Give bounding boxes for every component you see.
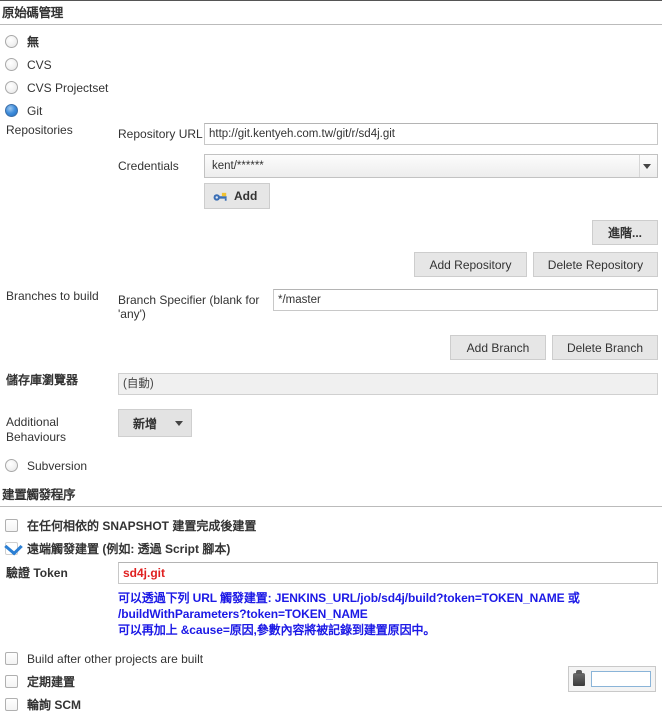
repositories-label: Repositories — [6, 123, 73, 137]
chevron-down-icon — [175, 420, 184, 426]
checkbox-row-build-after-other-projects[interactable]: Build after other projects are built — [0, 647, 662, 670]
notice-line-1: 可以透過下列 URL 觸發建置: JENKINS_URL/job/sd4j/bu… — [118, 591, 580, 605]
checkbox-build-after-other-projects[interactable] — [5, 652, 18, 665]
advanced-button[interactable]: 進階... — [592, 220, 658, 245]
additional-behaviours-row: Additional Behaviours 新增 — [0, 409, 662, 445]
branches-fields: Branch Specifier (blank for 'any') Add B… — [118, 289, 662, 360]
checkbox-poll-scm[interactable] — [5, 698, 18, 711]
checkbox-label-remote-trigger: 遠端觸發建置 (例如: 透過 Script 腳本) — [27, 542, 231, 556]
additional-behaviours-add-label: 新增 — [133, 416, 158, 431]
branch-specifier-input[interactable] — [273, 289, 658, 311]
jenkins-job-config-page: { "scm_section": { "header": "原始碼管理", "o… — [0, 0, 662, 712]
radio-row-cvs-projectset[interactable]: CVS Projectset — [0, 76, 662, 99]
checkbox-label-snapshot-dependency: 在任何相依的 SNAPSHOT 建置完成後建置 — [27, 519, 257, 533]
repository-url-row: Repository URL — [118, 123, 662, 145]
scm-section-header: 原始碼管理 — [0, 0, 662, 25]
save-icon[interactable] — [573, 669, 585, 686]
repo-browser-row: 儲存庫瀏覽器 (自動) — [0, 373, 662, 395]
floating-toolbar[interactable] — [568, 666, 656, 692]
checkbox-label-build-after-other-projects: Build after other projects are built — [27, 651, 204, 666]
radio-row-cvs[interactable]: CVS — [0, 53, 662, 76]
repository-url-input[interactable] — [204, 123, 658, 145]
radio-label-git: Git — [27, 103, 43, 118]
radio-label-cvs-projectset: CVS Projectset — [27, 80, 109, 95]
notice-line-2: /buildWithParameters?token=TOKEN_NAME — [118, 607, 368, 621]
radio-label-none: 無 — [27, 35, 40, 49]
branch-specifier-row: Branch Specifier (blank for 'any') — [118, 289, 662, 321]
radio-git[interactable] — [5, 104, 18, 117]
repositories-fields: Repository URL Credentials kent/****** — [118, 123, 662, 277]
triggers-section-header: 建置觸發程序 — [0, 483, 662, 507]
advanced-button-wrap: 進階... — [118, 220, 662, 245]
credentials-label: Credentials — [118, 159, 179, 173]
auth-token-label: 驗證 Token — [6, 566, 68, 580]
notice-line-3: 可以再加上 &cause=原因,參數內容將被記錄到建置原因中。 — [118, 623, 436, 637]
repo-browser-value[interactable]: (自動) — [118, 373, 658, 395]
repository-actions: Add Repository Delete Repository — [118, 252, 662, 277]
delete-branch-button[interactable]: Delete Branch — [552, 335, 658, 360]
checkbox-row-build-periodically[interactable]: 定期建置 — [0, 670, 662, 693]
repo-browser-label: 儲存庫瀏覽器 — [6, 373, 79, 387]
checkbox-snapshot-dependency[interactable] — [5, 519, 18, 532]
key-icon — [213, 192, 227, 201]
radio-label-cvs: CVS — [27, 57, 52, 72]
checkbox-label-poll-scm: 輪詢 SCM — [27, 698, 82, 712]
radio-none[interactable] — [5, 35, 18, 48]
checkbox-row-remote-trigger[interactable]: 遠端觸發建置 (例如: 透過 Script 腳本) — [0, 537, 662, 560]
radio-label-subversion: Subversion — [27, 458, 88, 473]
add-repository-button[interactable]: Add Repository — [414, 252, 527, 277]
branches-row: Branches to build Branch Specifier (blan… — [0, 289, 662, 360]
radio-subversion[interactable] — [5, 459, 18, 472]
branch-actions: Add Branch Delete Branch — [118, 335, 662, 360]
checkbox-remote-trigger[interactable] — [5, 542, 18, 555]
additional-behaviours-add-button[interactable]: 新增 — [118, 409, 193, 437]
floating-toolbar-field[interactable] — [591, 671, 651, 687]
credentials-selected-value: kent/****** — [212, 160, 264, 172]
radio-row-subversion[interactable]: Subversion — [0, 454, 662, 477]
radio-cvs-projectset[interactable] — [5, 81, 18, 94]
radio-row-git[interactable]: Git — [0, 99, 662, 122]
repositories-row: Repositories Repository URL Credentials … — [0, 123, 662, 277]
credentials-select[interactable]: kent/****** — [204, 154, 658, 178]
add-credentials-button[interactable]: Add — [204, 183, 271, 209]
auth-token-row: 驗證 Token — [0, 562, 662, 584]
checkbox-build-periodically[interactable] — [5, 675, 18, 688]
additional-behaviours-label: Additional Behaviours — [6, 415, 67, 444]
radio-row-none[interactable]: 無 — [0, 30, 662, 53]
checkbox-label-build-periodically: 定期建置 — [27, 675, 76, 689]
radio-cvs[interactable] — [5, 58, 18, 71]
auth-token-input[interactable] — [118, 562, 658, 584]
add-credentials-label: Add — [234, 189, 258, 203]
repository-url-label: Repository URL — [118, 127, 203, 141]
add-branch-button[interactable]: Add Branch — [450, 335, 546, 360]
delete-repository-button[interactable]: Delete Repository — [533, 252, 658, 277]
checkbox-row-poll-scm[interactable]: 輪詢 SCM — [0, 693, 662, 716]
credentials-row: Credentials kent/****** Add — [118, 154, 662, 209]
remote-trigger-notice: 可以透過下列 URL 觸發建置: JENKINS_URL/job/sd4j/bu… — [0, 590, 662, 638]
chevron-down-icon[interactable] — [639, 155, 653, 177]
branch-specifier-label: Branch Specifier (blank for 'any') — [118, 293, 260, 321]
checkbox-row-snapshot-dependency[interactable]: 在任何相依的 SNAPSHOT 建置完成後建置 — [0, 514, 662, 537]
branches-label: Branches to build — [6, 289, 99, 303]
